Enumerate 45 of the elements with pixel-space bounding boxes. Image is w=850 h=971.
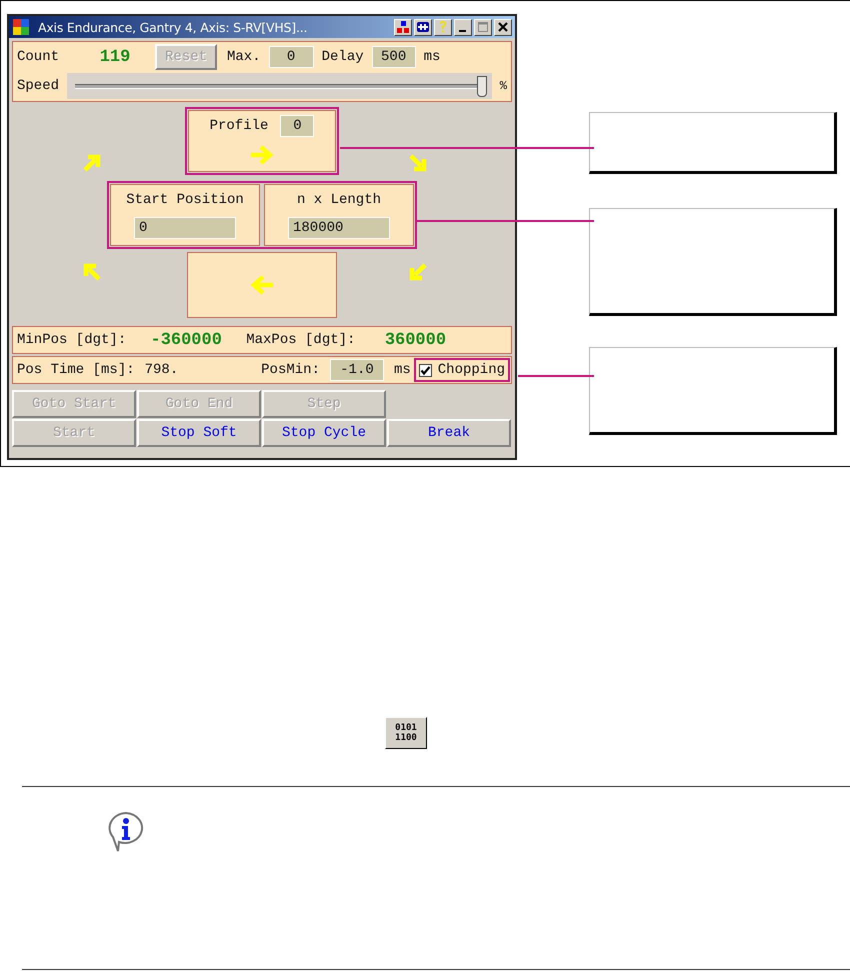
- arrow-left-icon: [249, 275, 275, 295]
- minimize-icon[interactable]: [454, 18, 472, 36]
- window-title: Axis Endurance, Gantry 4, Axis: S-RV[VHS]...: [38, 20, 308, 34]
- start-position-label: Start Position: [126, 192, 244, 208]
- grid-icon[interactable]: [414, 18, 432, 36]
- command-button[interactable]: Stop Soft: [137, 419, 261, 447]
- arrow-right-icon: [249, 145, 275, 165]
- checkbox[interactable]: [418, 364, 432, 376]
- start-position-field[interactable]: 0: [134, 216, 236, 238]
- speed-label: Speed: [17, 78, 60, 94]
- pos-time-value: 798.: [144, 362, 178, 378]
- maximize-icon[interactable]: [474, 18, 492, 36]
- command-button[interactable]: Stop Cycle: [262, 419, 386, 447]
- unit-label: ms: [424, 49, 440, 65]
- speed-slider[interactable]: [67, 73, 492, 99]
- unit-label: ms: [394, 362, 411, 378]
- pos-min-label: PosMin:: [261, 362, 320, 378]
- max-label: Max.: [227, 49, 261, 65]
- close-icon[interactable]: [494, 18, 512, 36]
- delay-field[interactable]: 500: [372, 46, 416, 68]
- count-value: 119: [98, 48, 132, 66]
- arrow-icon: [81, 152, 103, 174]
- chopping-checkbox[interactable]: Chopping: [416, 361, 507, 379]
- min-pos-value: -360000: [150, 330, 223, 350]
- length-field[interactable]: 180000: [288, 216, 390, 238]
- slider-thumb[interactable]: [477, 76, 488, 97]
- profile-field[interactable]: 0: [280, 115, 314, 137]
- arrow-icon: [81, 261, 103, 283]
- binary-button[interactable]: 0101 1100: [385, 717, 427, 749]
- command-button[interactable]: Break: [387, 419, 511, 447]
- max-field[interactable]: 0: [268, 46, 314, 68]
- pos-min-field[interactable]: -1.0: [330, 359, 384, 381]
- arrow-icon: [407, 261, 429, 283]
- puzzle-icon: [12, 18, 30, 36]
- profile-label: Profile: [210, 118, 268, 134]
- count-label: Count: [17, 49, 60, 65]
- help-icon[interactable]: [434, 18, 452, 36]
- pos-time-label: Pos Time [ms]:: [17, 362, 135, 378]
- max-pos-value: 360000: [384, 330, 448, 350]
- arrow-icon: [407, 152, 429, 174]
- min-pos-label: MinPos [dgt]:: [17, 332, 126, 348]
- delay-label: Delay: [322, 49, 364, 65]
- percent-label: %: [500, 79, 507, 93]
- length-label: n x Length: [296, 192, 381, 208]
- max-pos-label: MaxPos [dgt]:: [246, 332, 356, 348]
